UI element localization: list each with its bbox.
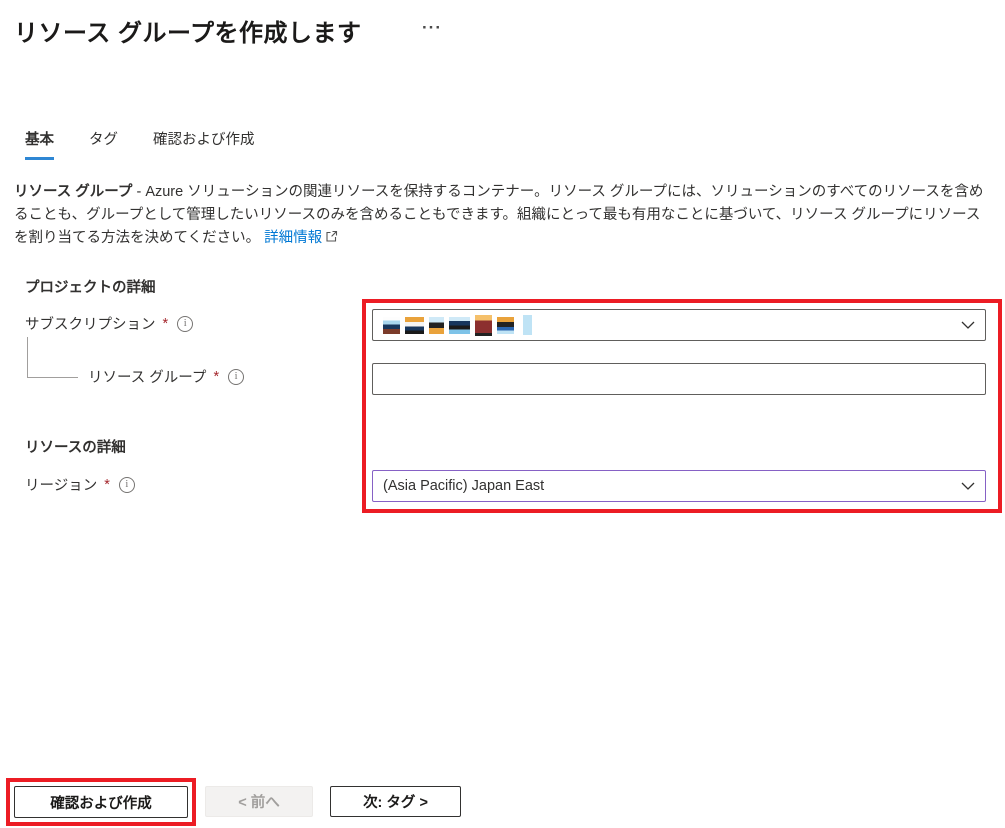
external-link-icon — [325, 228, 338, 251]
page-title: リソース グループを作成します — [14, 13, 362, 48]
previous-button[interactable]: < 前へ — [205, 786, 313, 817]
region-dropdown[interactable]: (Asia Pacific) Japan East — [372, 470, 986, 502]
resource-group-field — [372, 363, 986, 395]
chevron-down-icon — [961, 482, 975, 491]
region-label: リージョン — [25, 474, 97, 495]
resource-group-label: リソース グループ — [88, 366, 206, 387]
tab-review-create[interactable]: 確認および作成 — [153, 128, 255, 158]
more-options-icon[interactable]: ··· — [422, 18, 442, 38]
tab-basics[interactable]: 基本 — [25, 128, 54, 158]
description-lead: リソース グループ — [14, 184, 132, 200]
required-asterisk: * — [213, 369, 219, 385]
info-icon[interactable]: i — [177, 316, 193, 332]
section-heading-project-details: プロジェクトの詳細 — [25, 276, 156, 297]
info-icon[interactable]: i — [228, 369, 244, 385]
tab-tags[interactable]: タグ — [89, 128, 118, 158]
resource-group-description: リソース グループ - Azure ソリューションの関連リソースを保持するコンテ… — [14, 181, 994, 251]
region-label-row: リージョン * i — [25, 474, 135, 495]
region-value: (Asia Pacific) Japan East — [383, 478, 544, 494]
review-create-button[interactable]: 確認および作成 — [14, 786, 188, 818]
subscription-dropdown[interactable] — [372, 309, 986, 341]
required-asterisk: * — [163, 316, 169, 332]
description-body: - Azure ソリューションの関連リソースを保持するコンテナー。リソース グル… — [14, 184, 983, 246]
subscription-label: サブスクリプション — [25, 313, 156, 334]
redacted-subscription-value — [383, 315, 532, 335]
resource-group-input[interactable] — [373, 364, 985, 394]
resource-group-label-row: リソース グループ * i — [88, 366, 244, 387]
required-asterisk: * — [104, 477, 110, 493]
info-icon[interactable]: i — [119, 477, 135, 493]
learn-more-link[interactable]: 詳細情報 — [264, 230, 322, 246]
subscription-label-row: サブスクリプション * i — [25, 313, 193, 334]
section-heading-resource-details: リソースの詳細 — [25, 436, 126, 457]
next-tags-button[interactable]: 次: タグ > — [330, 786, 461, 817]
chevron-down-icon — [961, 321, 975, 330]
tab-bar: 基本 タグ 確認および作成 — [25, 128, 255, 158]
parent-child-connector-line — [27, 337, 78, 378]
